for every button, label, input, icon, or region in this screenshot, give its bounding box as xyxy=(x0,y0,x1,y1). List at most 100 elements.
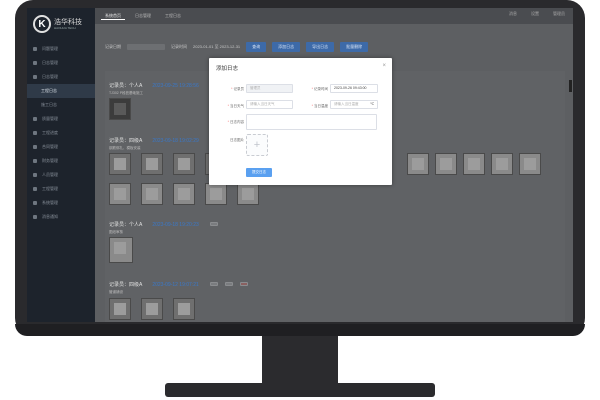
submit-log-button[interactable]: 提交日志 xyxy=(246,168,272,177)
logo: K 浩华科技 HAOHUA TECH xyxy=(33,14,91,34)
log-photo[interactable] xyxy=(109,298,131,320)
logo-icon: K xyxy=(33,15,51,33)
log-photo[interactable] xyxy=(173,153,195,175)
tab-log-management[interactable]: 日志管理 xyxy=(131,13,155,19)
sidebar-item[interactable]: 日志管理 xyxy=(27,56,95,70)
tab-home[interactable]: 系统首页 xyxy=(101,13,125,20)
sidebar-item-label: 人员管理 xyxy=(42,172,58,177)
content-textarea[interactable] xyxy=(246,114,377,130)
tab-project-log[interactable]: 工程日志 xyxy=(161,13,185,19)
add-log-button[interactable]: 添加日志 xyxy=(272,42,301,52)
log-description: 管道铺设 xyxy=(109,290,123,294)
log-photo[interactable] xyxy=(519,153,541,175)
weather-label: * 当日天气 xyxy=(227,104,244,108)
log-time: 2023-09-18 19:02:29 xyxy=(152,138,199,144)
log-entry-header: 记录员：四级A 2023-09-18 19:02:29 xyxy=(109,137,199,144)
message-link[interactable]: 消息 xyxy=(509,11,517,17)
menu-icon xyxy=(33,117,37,121)
sidebar-item[interactable]: 工程日志 xyxy=(27,84,95,98)
sidebar-item-label: 工程日志 xyxy=(41,88,57,93)
sidebar-item[interactable]: 施工日志 xyxy=(27,98,95,112)
log-photo[interactable] xyxy=(109,98,131,120)
menu-icon xyxy=(33,75,37,79)
log-photo[interactable] xyxy=(237,183,259,205)
record-time-field[interactable]: 2023-09-26 09:43:00 xyxy=(330,84,378,93)
sidebar-item[interactable]: 人员管理 xyxy=(27,168,95,182)
log-photo[interactable] xyxy=(141,183,163,205)
sidebar: K 浩华科技 HAOHUA TECH 问题管理 日志管理 日志管理 工程日志 施工日志质… xyxy=(27,8,95,322)
sidebar-item-label: 日志管理 xyxy=(42,60,58,65)
sidebar-menu: 问题管理 日志管理 日志管理 工程日志 施工日志 质量管理 工程进度 合同管理 财务管理 人员管理… xyxy=(27,42,95,224)
filter-time-label: 记录时间 xyxy=(171,44,187,49)
log-photo[interactable] xyxy=(205,183,227,205)
delete-log-button[interactable] xyxy=(240,282,248,286)
close-icon[interactable]: × xyxy=(382,63,386,69)
log-recorder: 记录员：四级A xyxy=(109,138,143,144)
upload-image-button[interactable]: + xyxy=(246,134,268,156)
log-photo[interactable] xyxy=(109,237,133,263)
sidebar-item[interactable]: 日志管理 xyxy=(27,70,95,84)
menu-icon xyxy=(33,145,37,149)
log-photo[interactable] xyxy=(435,153,457,175)
sidebar-item-label: 日志管理 xyxy=(42,74,58,79)
settings-link[interactable]: 设置 xyxy=(531,11,539,17)
log-photo[interactable] xyxy=(173,298,195,320)
filter-row: 记录日期 记录时间 2023-01-01 至 2023-12-31 查询 添加日… xyxy=(105,42,369,52)
topbar-actions: 消息 设置 管理员 xyxy=(509,11,565,17)
log-entry-header: 记录员：个人A 2023-09-25 19:28:56 xyxy=(109,82,199,89)
sidebar-item[interactable]: 问题管理 xyxy=(27,42,95,56)
edit-log-button[interactable] xyxy=(210,282,218,286)
filter-range[interactable]: 2023-01-01 至 2023-12-31 xyxy=(193,44,240,50)
log-photo[interactable] xyxy=(141,298,163,320)
monitor-base xyxy=(165,383,435,397)
weather-input[interactable]: 请输入当日天气 xyxy=(246,100,293,109)
sidebar-item[interactable]: 财务管理 xyxy=(27,154,95,168)
edit-log-button[interactable] xyxy=(210,222,218,226)
brand-title: 浩华科技 xyxy=(54,18,82,26)
sidebar-item[interactable]: 消息通知 xyxy=(27,210,95,224)
sidebar-item-label: 质量管理 xyxy=(42,116,58,121)
filter-date-input[interactable] xyxy=(127,44,165,50)
temperature-input[interactable]: 请输入当日温度 ℃ xyxy=(330,100,378,109)
temperature-label: * 当日温度 xyxy=(311,104,328,108)
log-entry-header: 记录员：四级A 2023-09-12 19:07:21 xyxy=(109,281,199,288)
menu-icon xyxy=(33,159,37,163)
sidebar-item[interactable]: 工程进度 xyxy=(27,126,95,140)
content-label: * 日志内容 xyxy=(227,120,244,124)
log-photo[interactable] xyxy=(109,183,131,205)
search-button[interactable]: 查询 xyxy=(246,42,267,52)
log-photo[interactable] xyxy=(407,153,429,175)
log-photo[interactable] xyxy=(491,153,513,175)
sidebar-item-label: 合同管理 xyxy=(42,144,58,149)
log-photo[interactable] xyxy=(141,153,163,175)
sidebar-item[interactable]: 工程管理 xyxy=(27,182,95,196)
brand-subtitle: HAOHUA TECH xyxy=(54,25,76,30)
view-log-button[interactable] xyxy=(225,282,233,286)
scrollbar[interactable] xyxy=(569,80,572,92)
sidebar-item-label: 施工日志 xyxy=(41,102,57,107)
export-log-button[interactable]: 导出日志 xyxy=(306,42,335,52)
log-photo[interactable] xyxy=(109,153,131,175)
log-recorder: 记录员：个人A xyxy=(109,83,143,89)
batch-delete-button[interactable]: 批量删除 xyxy=(340,42,369,52)
log-time: 2023-09-12 19:07:21 xyxy=(152,282,199,288)
sidebar-item-label: 消息通知 xyxy=(42,214,58,219)
log-recorder: 记录员：四级A xyxy=(109,282,143,288)
top-bar: 系统首页 日志管理 工程日志 消息 设置 管理员 xyxy=(95,8,573,24)
sidebar-item[interactable]: 质量管理 xyxy=(27,112,95,126)
sidebar-item[interactable]: 合同管理 xyxy=(27,140,95,154)
monitor-neck xyxy=(262,336,338,384)
menu-icon xyxy=(33,173,37,177)
monitor-stage: K 浩华科技 HAOHUA TECH 问题管理 日志管理 日志管理 工程日志 施工日志质… xyxy=(0,0,600,400)
log-photo[interactable] xyxy=(173,183,195,205)
log-entry-header: 记录员：个人A 2023-09-18 19:20:23 xyxy=(109,221,199,228)
monitor-bezel xyxy=(15,324,585,336)
temperature-placeholder: 请输入当日温度 xyxy=(334,102,359,106)
log-description: 图纸审核 xyxy=(109,230,123,234)
menu-icon xyxy=(33,215,37,219)
dialog-title: 添加日志 xyxy=(216,66,239,72)
user-menu[interactable]: 管理员 xyxy=(553,11,565,17)
log-photo[interactable] xyxy=(463,153,485,175)
sidebar-item[interactable]: 系统管理 xyxy=(27,196,95,210)
log-description: TJ302 P段桩基础施工 xyxy=(109,91,144,95)
